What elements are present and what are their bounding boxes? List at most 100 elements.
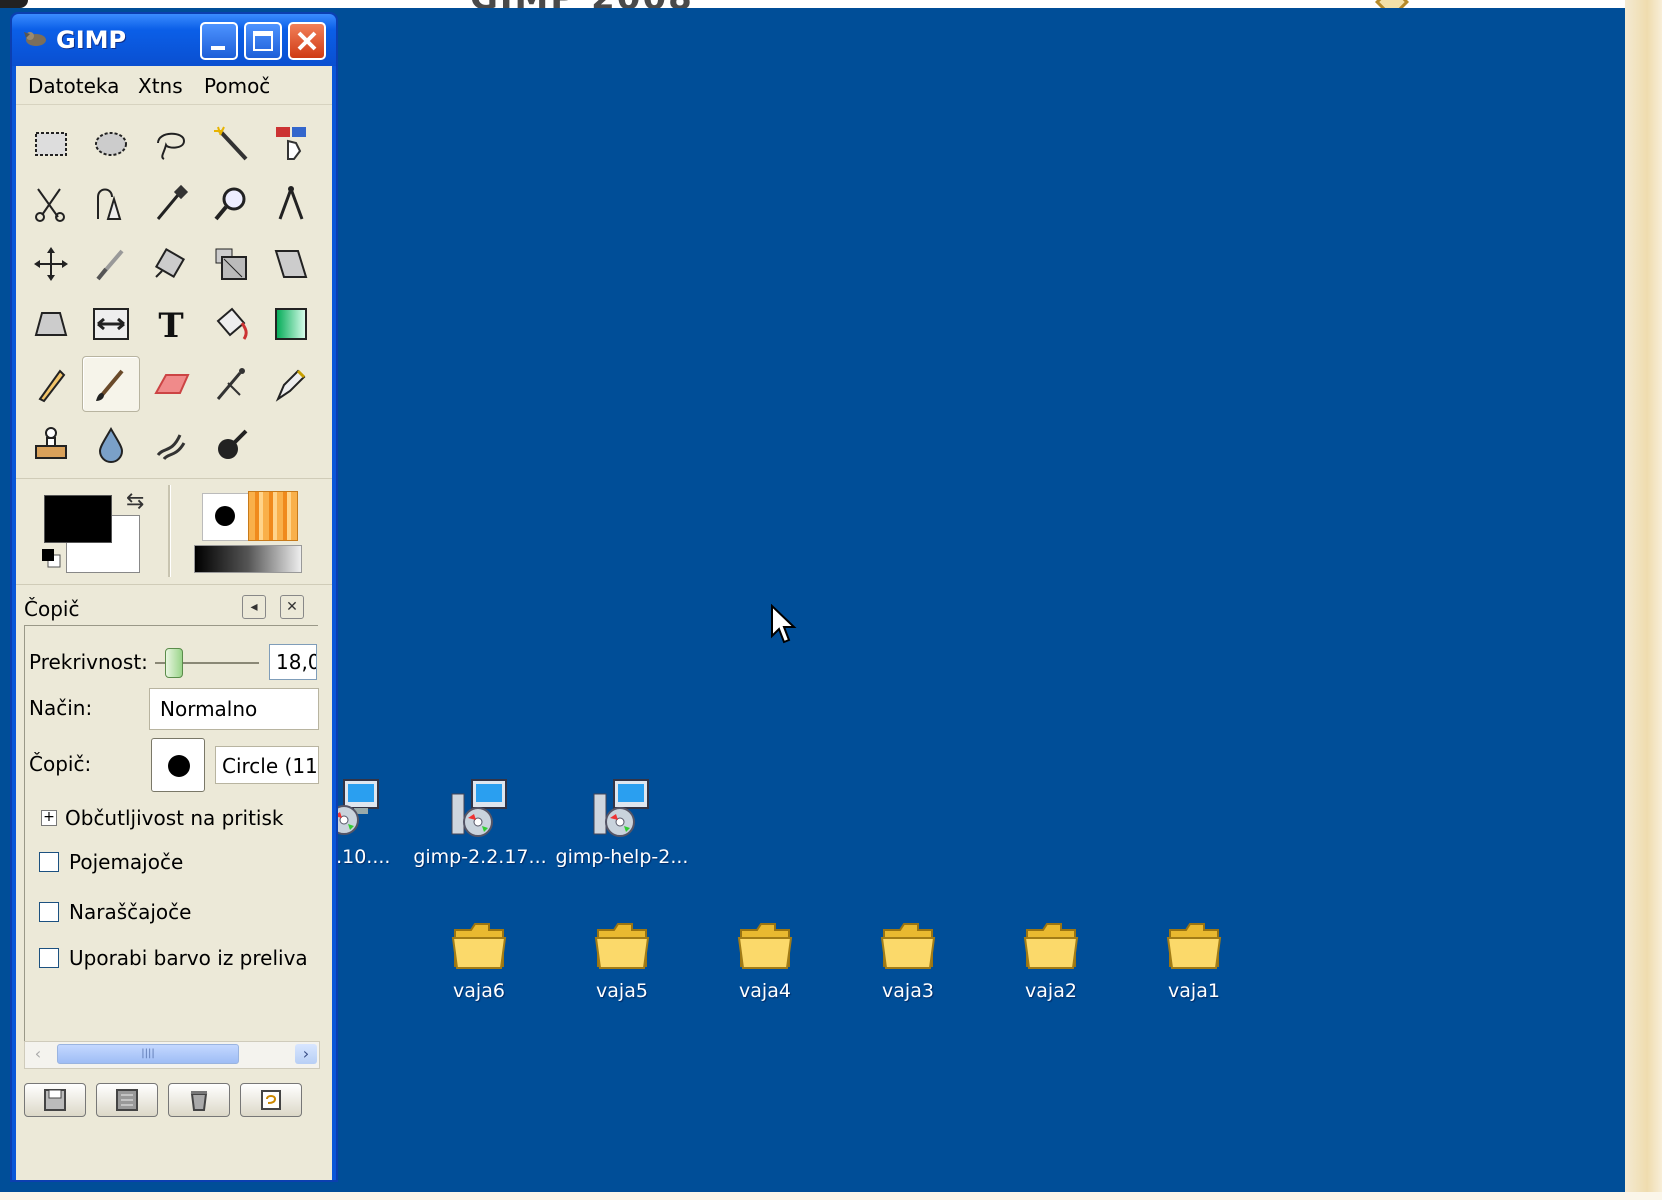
reset-colors-icon[interactable] <box>42 549 62 569</box>
close-button[interactable] <box>288 22 326 60</box>
slide-corner-mark <box>0 0 28 8</box>
magnify-tool[interactable] <box>202 176 260 232</box>
folder-label: vaja2 <box>1025 980 1077 1002</box>
use-gradient-color-checkbox[interactable] <box>39 948 59 968</box>
paths-tool[interactable] <box>82 176 140 232</box>
perspective-tool[interactable] <box>22 296 80 352</box>
color-picker-tool[interactable] <box>142 176 200 232</box>
fuzzy-select-tool[interactable] <box>202 116 260 172</box>
scissors-tool[interactable] <box>22 176 80 232</box>
menu-pomoc[interactable]: Pomoč <box>204 74 270 98</box>
eraser-tool[interactable] <box>142 356 200 412</box>
scroll-right-icon[interactable]: › <box>295 1044 317 1064</box>
save-options-button[interactable] <box>24 1083 86 1117</box>
clone-tool[interactable] <box>22 416 80 472</box>
airbrush-tool[interactable] <box>202 356 260 412</box>
menu-bar: Datoteka Xtns Pomoč <box>16 66 332 105</box>
desktop-folder[interactable]: vaja4 <box>695 918 835 1002</box>
folder-icon <box>880 923 936 969</box>
increment-checkbox[interactable] <box>39 902 59 922</box>
text-icon: T <box>158 306 183 345</box>
tool-options-content: Prekrivnost: 18,0 Način: Normalno Čopič:… <box>24 625 319 1045</box>
blur-tool[interactable] <box>82 416 140 472</box>
opacity-input[interactable]: 18,0 <box>269 644 317 680</box>
rotate-tool[interactable] <box>142 236 200 292</box>
scale-tool[interactable] <box>202 236 260 292</box>
desktop-folder[interactable]: vaja5 <box>552 918 692 1002</box>
dock-menu-button[interactable]: ◂ <box>242 595 266 619</box>
rect-select-tool[interactable] <box>22 116 80 172</box>
desktop-folder[interactable]: vaja1 <box>1124 918 1264 1002</box>
foreground-color-swatch[interactable] <box>44 495 112 543</box>
desktop-folder[interactable]: vaja3 <box>838 918 978 1002</box>
mode-label: Način: <box>29 696 93 720</box>
dodge-burn-tool[interactable] <box>202 416 260 472</box>
measure-tool[interactable] <box>262 176 320 232</box>
fuzzy-select-icon <box>214 126 248 161</box>
reset-icon <box>261 1090 281 1110</box>
restore-icon <box>116 1089 138 1111</box>
paintbrush-tool[interactable] <box>82 356 140 412</box>
blend-tool[interactable] <box>262 296 320 352</box>
ellipse-select-icon <box>95 132 127 156</box>
close-dock-button[interactable]: ✕ <box>280 595 304 619</box>
brush-preview-button[interactable] <box>151 738 205 792</box>
brush-label: Čopič: <box>29 752 92 776</box>
desktop-installer-icon[interactable]: gimp-help-2... <box>552 776 692 868</box>
shear-tool[interactable] <box>262 236 320 292</box>
ink-tool[interactable] <box>262 356 320 412</box>
select-by-color-tool[interactable] <box>262 116 320 172</box>
bucket-fill-tool[interactable] <box>202 296 260 352</box>
text-tool[interactable]: T <box>142 296 200 352</box>
pattern-indicator[interactable] <box>248 491 298 541</box>
pressure-sensitivity-label[interactable]: Občutljivost na pritisk <box>65 806 283 830</box>
move-tool[interactable] <box>22 236 80 292</box>
ellipse-select-tool[interactable] <box>82 116 140 172</box>
fade-label: Pojemajoče <box>69 850 184 874</box>
paintbrush-icon <box>96 369 124 401</box>
close-icon: ✕ <box>286 599 298 615</box>
gimp-logo-icon <box>24 32 46 46</box>
minimize-button[interactable] <box>200 22 238 60</box>
brush-name-field[interactable]: Circle (11) <box>215 746 319 784</box>
move-icon <box>34 247 68 281</box>
desktop-installer-icon[interactable]: gimp-2.2.17... <box>410 776 550 868</box>
reset-options-button[interactable] <box>240 1083 302 1117</box>
scroll-left-icon[interactable]: ‹ <box>27 1044 49 1064</box>
shear-icon <box>274 250 308 278</box>
toolbox-client-area: Datoteka Xtns Pomoč T ⇆ Čopič ◂ ✕ Prekri… <box>16 66 332 1180</box>
maximize-button[interactable] <box>244 22 282 60</box>
flip-icon <box>93 308 129 340</box>
save-icon <box>44 1089 66 1111</box>
title-bar[interactable]: GIMP <box>12 14 336 66</box>
free-select-tool[interactable] <box>142 116 200 172</box>
restore-options-button[interactable] <box>96 1083 158 1117</box>
gradient-indicator[interactable] <box>194 545 302 573</box>
flip-tool[interactable] <box>82 296 140 352</box>
brush-indicator[interactable] <box>202 493 250 541</box>
mode-select[interactable]: Normalno <box>149 688 319 730</box>
desktop-folder[interactable]: vaja2 <box>981 918 1121 1002</box>
opacity-slider-handle[interactable] <box>164 648 183 678</box>
gimp-toolbox-window[interactable]: GIMP Datoteka Xtns Pomoč T ⇆ Čopič ◂ ✕ P… <box>10 12 338 1182</box>
divider <box>168 485 171 577</box>
scroll-thumb[interactable]: |||| <box>57 1044 239 1064</box>
crop-tool[interactable] <box>82 236 140 292</box>
perspective-icon <box>34 312 68 336</box>
blend-icon <box>275 308 307 340</box>
horizontal-scrollbar[interactable]: ‹ |||| › <box>24 1041 320 1069</box>
menu-xtns[interactable]: Xtns <box>138 74 183 98</box>
smudge-tool[interactable] <box>142 416 200 472</box>
delete-options-button[interactable] <box>168 1083 230 1117</box>
menu-datoteka[interactable]: Datoteka <box>28 74 119 98</box>
brush-shape-icon <box>215 506 235 526</box>
expand-plus-icon[interactable]: + <box>41 810 57 826</box>
swap-colors-icon[interactable]: ⇆ <box>126 489 144 514</box>
desktop-folder[interactable]: vaja6 <box>409 918 549 1002</box>
fade-checkbox[interactable] <box>39 852 59 872</box>
pencil-tool[interactable] <box>22 356 80 412</box>
folder-icon <box>451 923 507 969</box>
folder-label: vaja4 <box>739 980 791 1002</box>
use-gradient-color-label: Uporabi barvo iz preliva <box>69 946 308 970</box>
slide-side-strip <box>1625 0 1662 1200</box>
